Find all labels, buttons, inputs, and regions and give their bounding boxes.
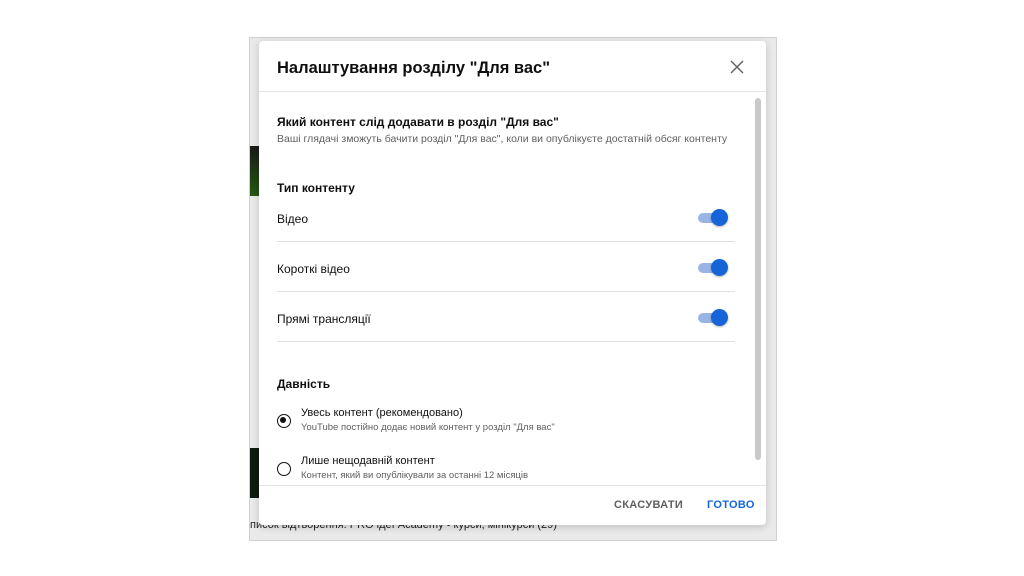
dialog-header: Налаштування розділу "Для вас" <box>259 41 766 92</box>
shorts-toggle[interactable] <box>698 259 728 277</box>
dialog-scrollbar[interactable] <box>755 98 761 460</box>
radio-description-all-content: YouTube постійно додає новий контент у р… <box>301 422 555 433</box>
radio-label-recent-content: Лише нещодавній контент <box>301 455 435 467</box>
toggle-label-video: Відео <box>277 212 309 226</box>
toggle-label-shorts: Короткі відео <box>277 262 350 276</box>
video-toggle[interactable] <box>698 209 728 227</box>
radio-all-content[interactable] <box>277 414 291 428</box>
for-you-settings-dialog: Налаштування розділу "Для вас" Який конт… <box>259 41 766 525</box>
radio-label-all-content: Увесь контент (рекомендовано) <box>301 407 463 419</box>
toggle-knob <box>711 209 728 226</box>
radio-selected-dot <box>280 417 287 424</box>
done-button[interactable]: ГОТОВО <box>707 499 755 511</box>
toggle-knob <box>711 309 728 326</box>
radio-description-recent-content: Контент, який ви опублікували за останні… <box>301 470 529 481</box>
toggle-label-live: Прямі трансляції <box>277 312 371 326</box>
divider <box>277 241 735 242</box>
close-icon <box>730 60 744 74</box>
radio-recent-content[interactable] <box>277 462 291 476</box>
divider <box>277 291 735 292</box>
live-toggle[interactable] <box>698 309 728 327</box>
content-type-title: Тип контенту <box>277 181 355 195</box>
divider <box>277 341 735 342</box>
toggle-knob <box>711 259 728 276</box>
close-button[interactable] <box>727 57 747 77</box>
recency-title: Давність <box>277 377 331 391</box>
content-section-title: Який контент слід додавати в розділ "Для… <box>277 115 559 129</box>
dialog-footer: СКАСУВАТИ ГОТОВО <box>259 485 766 526</box>
cancel-button[interactable]: СКАСУВАТИ <box>614 499 683 511</box>
content-section-description: Ваші глядачі зможуть бачити розділ "Для … <box>277 133 728 145</box>
dialog-body: Який контент слід додавати в розділ "Для… <box>259 92 766 485</box>
dialog-title: Налаштування розділу "Для вас" <box>277 59 551 77</box>
